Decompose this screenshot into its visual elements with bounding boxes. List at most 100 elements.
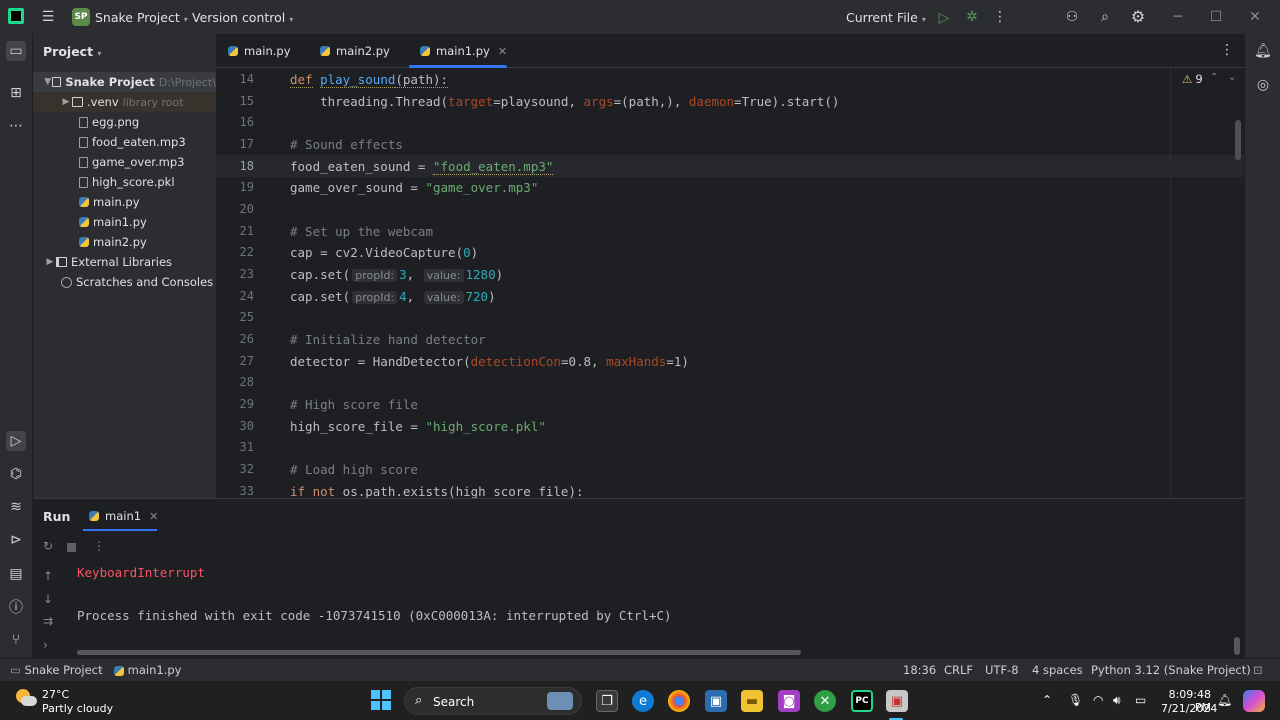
show-hidden-icons-chevron-icon[interactable]: ⌃ xyxy=(1042,693,1052,707)
python-packages-icon[interactable]: ≋ xyxy=(6,497,26,517)
chevron-right-icon[interactable]: › xyxy=(43,638,48,652)
chrome-browser-icon[interactable] xyxy=(668,690,690,712)
code-text: cap = cv2.VideoCapture( xyxy=(290,245,464,260)
breadcrumb-file[interactable]: main1.py xyxy=(114,663,181,677)
settings-gear-icon[interactable]: ⚙ xyxy=(1128,6,1148,26)
tree-item-external-libraries[interactable]: ▶ External Libraries xyxy=(33,252,216,272)
next-highlight-icon[interactable]: ⌄ xyxy=(1228,72,1236,83)
ai-assistant-icon[interactable]: ◎ xyxy=(1253,75,1273,95)
chevron-right-icon[interactable]: ▶ xyxy=(44,257,56,267)
project-panel-header[interactable]: Project ▾ xyxy=(43,44,101,59)
search-everywhere-icon[interactable]: ⌕ xyxy=(1095,7,1115,27)
clock-date[interactable]: 7/21/2024 xyxy=(1161,702,1217,715)
structure-tool-icon[interactable]: ⊞ xyxy=(6,83,26,103)
code-text: detector = HandDetector( xyxy=(290,354,471,369)
minimize-window-icon[interactable]: ─ xyxy=(1168,7,1188,27)
scroll-up-icon[interactable]: ↑ xyxy=(43,569,53,583)
line-separator[interactable]: CRLF xyxy=(944,663,973,677)
tab-main-py[interactable]: main.py xyxy=(228,44,291,58)
string-literal: "food_eaten.mp3" xyxy=(433,159,554,175)
rerun-icon[interactable]: ↻ xyxy=(43,539,53,553)
debug-icon[interactable]: ✲ xyxy=(962,7,982,27)
copilot-icon[interactable] xyxy=(1243,690,1265,712)
python-interpreter[interactable]: Python 3.12 (Snake Project) xyxy=(1091,663,1251,677)
pycharm-taskbar-icon[interactable]: PC xyxy=(851,690,873,712)
tab-main2-py[interactable]: main2.py xyxy=(320,44,390,58)
more-tools-icon[interactable]: ⋯ xyxy=(6,116,26,136)
tree-item-game-over-mp3[interactable]: game_over.mp3 xyxy=(33,152,216,172)
microphone-icon[interactable]: 🎙︎ xyxy=(1068,693,1083,707)
notifications-bell-icon[interactable]: 🔔︎ xyxy=(1253,41,1273,61)
breadcrumb[interactable]: ▭ Snake Project xyxy=(10,663,103,677)
tree-item-main2-py[interactable]: main2.py xyxy=(33,232,216,252)
code-editor[interactable]: ⚠ 9 ⌃ ⌄ 14 15 16 17 18 19 20 21 22 23 24 … xyxy=(216,68,1244,498)
active-app-icon[interactable]: ▣ xyxy=(886,690,908,712)
weather-temperature[interactable]: 27°C xyxy=(42,688,69,701)
project-badge[interactable]: SP xyxy=(72,8,90,26)
project-selector[interactable]: Snake Project ▾ xyxy=(95,10,188,25)
taskbar-search-box[interactable]: ⌕ Search xyxy=(404,687,582,715)
microsoft-store-icon[interactable]: ▣ xyxy=(705,690,727,712)
weather-partly-cloudy-icon[interactable] xyxy=(14,687,38,711)
tree-item-label: main.py xyxy=(93,195,140,209)
more-options-icon[interactable]: ⋮ xyxy=(93,539,105,553)
weather-description[interactable]: Partly cloudy xyxy=(42,702,113,715)
version-control-menu[interactable]: Version control ▾ xyxy=(192,10,293,25)
project-tool-folder-icon[interactable]: ▭ xyxy=(6,41,26,61)
python-file-icon xyxy=(420,46,430,56)
media-app-icon[interactable]: ◙ xyxy=(778,690,800,712)
editor-vertical-scrollbar[interactable] xyxy=(1235,120,1241,160)
tab-main1-py[interactable]: main1.py ✕ xyxy=(420,44,507,58)
git-icon[interactable]: ⑂ xyxy=(6,630,26,650)
notification-bell-icon[interactable]: 🔔︎ xyxy=(1217,693,1232,707)
tree-item-venv[interactable]: ▶ .venv library root xyxy=(33,92,216,112)
close-tab-icon[interactable]: ✕ xyxy=(149,510,158,523)
xbox-icon[interactable]: ✕ xyxy=(814,690,836,712)
python-file-icon xyxy=(89,511,99,521)
run-tab-main1[interactable]: main1 ✕ xyxy=(89,509,158,523)
tabs-more-icon[interactable]: ⋮ xyxy=(1220,42,1234,58)
stop-icon[interactable] xyxy=(67,543,76,552)
chevron-down-icon[interactable]: ▼ xyxy=(43,77,52,87)
tree-item-high-score-pkl[interactable]: high_score.pkl xyxy=(33,172,216,192)
services-icon[interactable]: ⊳ xyxy=(6,530,26,550)
code-line-18: food_eaten_sound = "food_eaten.mp3" xyxy=(290,159,554,175)
soft-wrap-icon[interactable]: ⇉ xyxy=(43,614,53,628)
terminal-icon[interactable]: ▤ xyxy=(6,564,26,584)
previous-highlight-icon[interactable]: ⌃ xyxy=(1210,72,1218,83)
volume-icon[interactable]: 🔊︎ xyxy=(1113,693,1121,708)
scroll-down-icon[interactable]: ↓ xyxy=(43,592,53,606)
inspection-widget[interactable]: ⚠ 9 xyxy=(1182,72,1203,86)
tree-item-egg-png[interactable]: egg.png xyxy=(33,112,216,132)
library-icon xyxy=(56,257,67,267)
file-explorer-icon[interactable]: ▬ xyxy=(741,690,763,712)
chevron-right-icon[interactable]: ▶ xyxy=(60,97,72,107)
run-tool-icon[interactable]: ▷ xyxy=(6,431,26,451)
file-encoding[interactable]: UTF-8 xyxy=(985,663,1019,677)
battery-icon[interactable]: ▭ xyxy=(1135,693,1146,707)
caret-position[interactable]: 18:36 xyxy=(903,663,936,677)
problems-icon[interactable]: ⓘ xyxy=(6,597,26,617)
tree-item-scratches[interactable]: Scratches and Consoles xyxy=(33,272,216,292)
maximize-window-icon[interactable]: ☐ xyxy=(1206,7,1226,27)
python-console-icon[interactable]: ⌬ xyxy=(6,464,26,484)
console-horizontal-scrollbar[interactable] xyxy=(77,650,801,655)
run-icon[interactable]: ▷ xyxy=(934,8,954,28)
indent-setting[interactable]: 4 spaces xyxy=(1032,663,1083,677)
more-actions-icon[interactable]: ⋮ xyxy=(990,7,1010,27)
tree-item-main1-py[interactable]: main1.py xyxy=(33,212,216,232)
windows-start-icon[interactable] xyxy=(371,690,391,710)
tree-item-root[interactable]: ▼ Snake Project D:\Project\ xyxy=(33,72,216,92)
tree-item-food-eaten-mp3[interactable]: food_eaten.mp3 xyxy=(33,132,216,152)
console-vertical-scrollbar[interactable] xyxy=(1234,637,1240,655)
code-with-me-icon[interactable]: ⚇ xyxy=(1062,7,1082,27)
wifi-icon[interactable]: ◠ xyxy=(1093,693,1103,707)
tree-item-main-py[interactable]: main.py xyxy=(33,192,216,212)
main-menu-icon[interactable]: ☰ xyxy=(38,7,58,27)
run-configuration-selector[interactable]: Current File ▾ xyxy=(846,10,926,25)
close-tab-icon[interactable]: ✕ xyxy=(498,45,507,58)
task-view-icon[interactable]: ❐ xyxy=(596,690,618,712)
close-window-icon[interactable]: ✕ xyxy=(1245,7,1265,27)
lock-icon[interactable]: ⊡ xyxy=(1253,663,1263,677)
edge-browser-icon[interactable]: e xyxy=(632,690,654,712)
